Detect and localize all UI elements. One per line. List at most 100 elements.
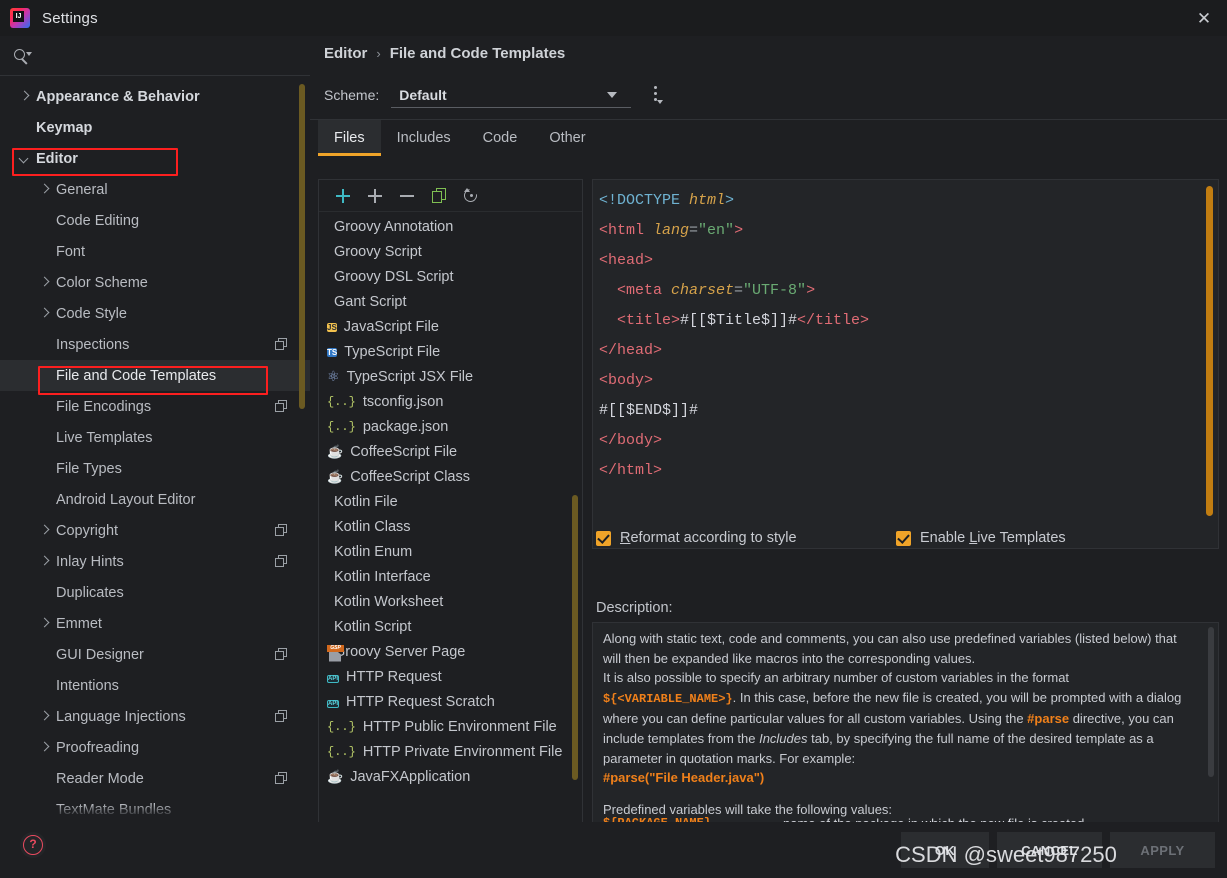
template-list-item[interactable]: ☕ JavaFXApplication xyxy=(319,764,582,789)
reformat-checkbox-row[interactable]: Reformat according to style xyxy=(596,530,797,546)
sidebar-scrollbar[interactable] xyxy=(299,84,305,409)
template-list-item[interactable]: Kotlin Enum xyxy=(319,539,582,564)
chevron-down-icon[interactable] xyxy=(20,154,30,164)
templates-list-vscrollbar[interactable] xyxy=(572,495,578,780)
chevron-right-icon[interactable] xyxy=(40,619,50,629)
content-pane: Editor › File and Code Templates Scheme:… xyxy=(310,36,1227,846)
search-input[interactable] xyxy=(38,47,278,64)
code-token: </html> xyxy=(599,462,663,479)
code-token: > xyxy=(734,222,744,239)
sidebar-item-proofreading[interactable]: Proofreading xyxy=(0,732,310,763)
copy-icon xyxy=(431,188,447,203)
checkbox-checked-icon[interactable] xyxy=(896,530,911,546)
sidebar-item-inspections[interactable]: Inspections xyxy=(0,329,310,360)
copy-template-button[interactable] xyxy=(423,182,455,210)
template-list-item[interactable]: {..} tsconfig.json xyxy=(319,389,582,414)
template-list-item[interactable]: API HTTP Request Scratch xyxy=(319,689,582,714)
reset-to-default-button[interactable] xyxy=(455,182,487,210)
template-list-item[interactable]: {..} package.json xyxy=(319,414,582,439)
template-list-item[interactable]: Gant Script xyxy=(319,289,582,314)
template-list-item[interactable]: JS JavaScript File xyxy=(319,314,582,339)
sidebar-item-keymap[interactable]: Keymap xyxy=(0,112,310,143)
template-list-item[interactable]: Groovy Annotation xyxy=(319,214,582,239)
remove-button[interactable] xyxy=(391,182,423,210)
chevron-right-icon[interactable] xyxy=(40,743,50,753)
scheme-dropdown[interactable]: Default xyxy=(391,82,632,108)
template-list-item[interactable]: API HTTP Request xyxy=(319,664,582,689)
sidebar-item-color-scheme[interactable]: Color Scheme xyxy=(0,267,310,298)
help-icon[interactable]: ? xyxy=(20,832,46,858)
sidebar-item-live-templates[interactable]: Live Templates xyxy=(0,422,310,453)
template-list-item[interactable]: TS TypeScript File xyxy=(319,339,582,364)
create-template-button[interactable] xyxy=(327,182,359,210)
sidebar-item-general[interactable]: General xyxy=(0,174,310,205)
chevron-right-icon[interactable] xyxy=(40,526,50,536)
code-token: <body> xyxy=(599,372,654,389)
template-list-item[interactable]: GSP Groovy Server Page xyxy=(319,639,582,664)
title-bar: IJ Settings ✕ xyxy=(0,0,1227,36)
template-list-item[interactable]: {..} HTTP Public Environment File xyxy=(319,714,582,739)
live-templates-checkbox-row[interactable]: Enable Live Templates xyxy=(896,530,1066,546)
chevron-right-icon[interactable] xyxy=(40,712,50,722)
chevron-right-icon[interactable] xyxy=(40,557,50,567)
template-list-item[interactable]: Kotlin Script xyxy=(319,614,582,639)
breadcrumb-parent[interactable]: Editor xyxy=(324,45,367,62)
add-button[interactable] xyxy=(359,182,391,210)
sidebar-item-inlay-hints[interactable]: Inlay Hints xyxy=(0,546,310,577)
editor-scrollbar[interactable] xyxy=(1206,186,1213,516)
sidebar-item-editor[interactable]: Editor xyxy=(0,143,310,174)
apply-button[interactable]: APPLY xyxy=(1110,832,1215,868)
template-list-item[interactable]: Groovy Script xyxy=(319,239,582,264)
sidebar-item-intentions[interactable]: Intentions xyxy=(0,670,310,701)
description-scrollbar[interactable] xyxy=(1208,627,1214,777)
template-list-item[interactable]: ☕ CoffeeScript Class xyxy=(319,464,582,489)
search-row[interactable] xyxy=(0,36,310,76)
sidebar-item-code-editing[interactable]: Code Editing xyxy=(0,205,310,236)
template-list-item[interactable]: Kotlin Interface xyxy=(319,564,582,589)
sidebar-item-appearance-behavior[interactable]: Appearance & Behavior xyxy=(0,81,310,112)
template-list-item[interactable]: Kotlin Class xyxy=(319,514,582,539)
checkbox-checked-icon[interactable] xyxy=(596,530,611,546)
sidebar-item-duplicates[interactable]: Duplicates xyxy=(0,577,310,608)
settings-tree[interactable]: Appearance & Behavior Keymap Editor General… xyxy=(0,76,310,822)
template-list-item[interactable]: ⚛ TypeScript JSX File xyxy=(319,364,582,389)
more-options-icon[interactable] xyxy=(647,83,667,107)
sidebar-item-emmet[interactable]: Emmet xyxy=(0,608,310,639)
sidebar-item-font[interactable]: Font xyxy=(0,236,310,267)
template-list-item[interactable]: Kotlin Worksheet xyxy=(319,589,582,614)
tab-includes[interactable]: Includes xyxy=(381,120,467,156)
json-file-icon: {..} xyxy=(327,419,356,434)
chevron-right-icon[interactable] xyxy=(40,278,50,288)
code-token: <meta xyxy=(599,282,672,299)
sidebar-item-textmate-bundles[interactable]: TextMate Bundles xyxy=(0,794,310,822)
tab-code[interactable]: Code xyxy=(467,120,534,156)
sidebar-item-reader-mode[interactable]: Reader Mode xyxy=(0,763,310,794)
template-list-item[interactable]: Kotlin File xyxy=(319,489,582,514)
templates-list[interactable]: Groovy Annotation Groovy Script Groovy DSL… xyxy=(319,212,582,845)
template-list-item[interactable]: ☕ CoffeeScript File xyxy=(319,439,582,464)
sidebar-item-language-injections[interactable]: Language Injections xyxy=(0,701,310,732)
sidebar-item-file-encodings[interactable]: File Encodings xyxy=(0,391,310,422)
sidebar-item-copyright[interactable]: Copyright xyxy=(0,515,310,546)
sidebar-item-file-and-code-templates[interactable]: File and Code Templates xyxy=(0,360,310,391)
template-code-editor[interactable]: <!DOCTYPE html> <html lang="en"> <head> <m… xyxy=(592,179,1219,549)
templates-list-panel: Groovy Annotation Groovy Script Groovy DSL… xyxy=(318,179,583,846)
chevron-right-icon[interactable] xyxy=(20,92,30,102)
typescript-file-icon: TS xyxy=(327,347,338,357)
tab-other[interactable]: Other xyxy=(533,120,601,156)
chevron-right-icon[interactable] xyxy=(40,185,50,195)
template-code-content[interactable]: <!DOCTYPE html> <html lang="en"> <head> <m… xyxy=(599,186,1196,486)
template-list-item[interactable]: Groovy DSL Script xyxy=(319,264,582,289)
sidebar-item-file-types[interactable]: File Types xyxy=(0,453,310,484)
template-list-item[interactable]: {..} HTTP Private Environment File xyxy=(319,739,582,764)
code-line: #[[$END$]]# xyxy=(599,396,1196,426)
chevron-right-icon[interactable] xyxy=(40,309,50,319)
sidebar-item-code-style[interactable]: Code Style xyxy=(0,298,310,329)
sidebar-item-gui-designer[interactable]: GUI Designer xyxy=(0,639,310,670)
close-icon[interactable]: ✕ xyxy=(1181,0,1227,36)
tab-files[interactable]: Files xyxy=(318,120,381,156)
sidebar-item-android-layout-editor[interactable]: Android Layout Editor xyxy=(0,484,310,515)
desc-parse-example: #parse("File Header.java") xyxy=(603,770,765,786)
code-token: "UTF-8" xyxy=(743,282,807,299)
template-list-item-label: Kotlin File xyxy=(334,493,398,510)
